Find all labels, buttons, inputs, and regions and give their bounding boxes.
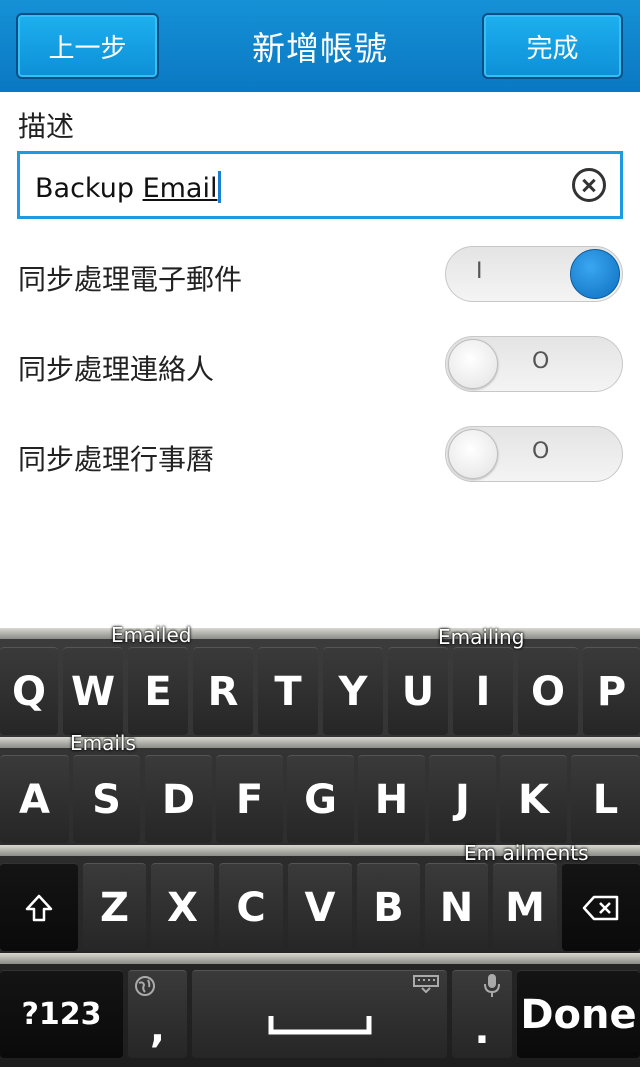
virtual-keyboard: Q W E R T Y U I O P A S D F G H J K L Z … (0, 623, 640, 1067)
key-k[interactable]: K (500, 755, 567, 843)
description-value: Backup Email (35, 171, 222, 204)
text-caret (218, 171, 222, 203)
key-p[interactable]: P (583, 647, 640, 735)
key-x[interactable]: X (151, 863, 214, 951)
key-n[interactable]: N (425, 863, 488, 951)
key-d[interactable]: D (145, 755, 212, 843)
period-label: . (474, 1006, 490, 1053)
sync-contacts-toggle[interactable]: O (445, 336, 623, 392)
key-j[interactable]: J (429, 755, 496, 843)
sync-contacts-label: 同步處理連絡人 (18, 353, 215, 386)
key-v[interactable]: V (288, 863, 352, 951)
key-e[interactable]: E (128, 647, 188, 735)
keyboard-done-key[interactable]: Done (517, 970, 640, 1058)
key-a[interactable]: A (0, 755, 69, 843)
globe-icon (134, 975, 156, 1002)
toggle-off-glyph: O (532, 349, 550, 374)
keyboard-icon (413, 975, 439, 998)
key-q[interactable]: Q (0, 647, 58, 735)
symbols-key[interactable]: ?123 (0, 970, 123, 1058)
page-title: 新增帳號 (252, 29, 388, 68)
space-bar[interactable] (192, 970, 447, 1058)
key-o[interactable]: O (518, 647, 578, 735)
sync-calendar-toggle[interactable]: O (445, 426, 623, 482)
key-b[interactable]: B (357, 863, 420, 951)
key-y[interactable]: Y (323, 647, 383, 735)
toggle-knob (448, 429, 498, 479)
shift-icon (25, 894, 53, 921)
suggestion-emails[interactable]: Emails (70, 731, 136, 755)
back-button[interactable]: 上一步 (16, 13, 159, 79)
description-label: 描述 (18, 110, 75, 143)
toggle-knob (448, 339, 498, 389)
keyboard-divider (0, 953, 640, 964)
key-w[interactable]: W (63, 647, 123, 735)
key-m[interactable]: M (493, 863, 557, 951)
key-i[interactable]: I (453, 647, 513, 735)
suggestion-emailing[interactable]: Emailing (438, 625, 524, 649)
toggle-knob (570, 249, 620, 299)
comma-key[interactable]: , (128, 970, 187, 1058)
key-s[interactable]: S (73, 755, 140, 843)
done-button[interactable]: 完成 (482, 13, 623, 79)
toggle-on-glyph: I (476, 259, 483, 284)
description-value-part2: Email (142, 173, 218, 204)
sync-calendar-label: 同步處理行事曆 (18, 443, 215, 476)
sync-email-toggle[interactable]: I (445, 246, 623, 302)
key-r[interactable]: R (193, 647, 253, 735)
clear-icon[interactable] (572, 168, 606, 202)
sync-email-label: 同步處理電子郵件 (18, 263, 243, 296)
title-bar: 上一步 新增帳號 完成 (0, 0, 640, 92)
key-z[interactable]: Z (83, 863, 146, 951)
description-input[interactable]: Backup Email (17, 151, 623, 219)
key-g[interactable]: G (287, 755, 354, 843)
key-u[interactable]: U (388, 647, 448, 735)
suggestion-emailed[interactable]: Emailed (111, 623, 192, 647)
description-value-part1: Backup (35, 173, 143, 204)
period-key[interactable]: . (452, 970, 512, 1058)
microphone-icon (482, 973, 502, 1004)
key-l[interactable]: L (571, 755, 640, 843)
backspace-icon (582, 895, 619, 920)
key-h[interactable]: H (358, 755, 425, 843)
suggestion-emailments[interactable]: Em ailments (464, 841, 589, 865)
space-icon (268, 1015, 371, 1034)
backspace-key[interactable] (562, 863, 640, 951)
comma-label: , (149, 1005, 166, 1052)
keyboard-divider (0, 628, 640, 639)
shift-key[interactable] (0, 863, 78, 951)
key-f[interactable]: F (216, 755, 283, 843)
toggle-off-glyph: O (532, 439, 550, 464)
key-t[interactable]: T (258, 647, 318, 735)
key-c[interactable]: C (219, 863, 283, 951)
